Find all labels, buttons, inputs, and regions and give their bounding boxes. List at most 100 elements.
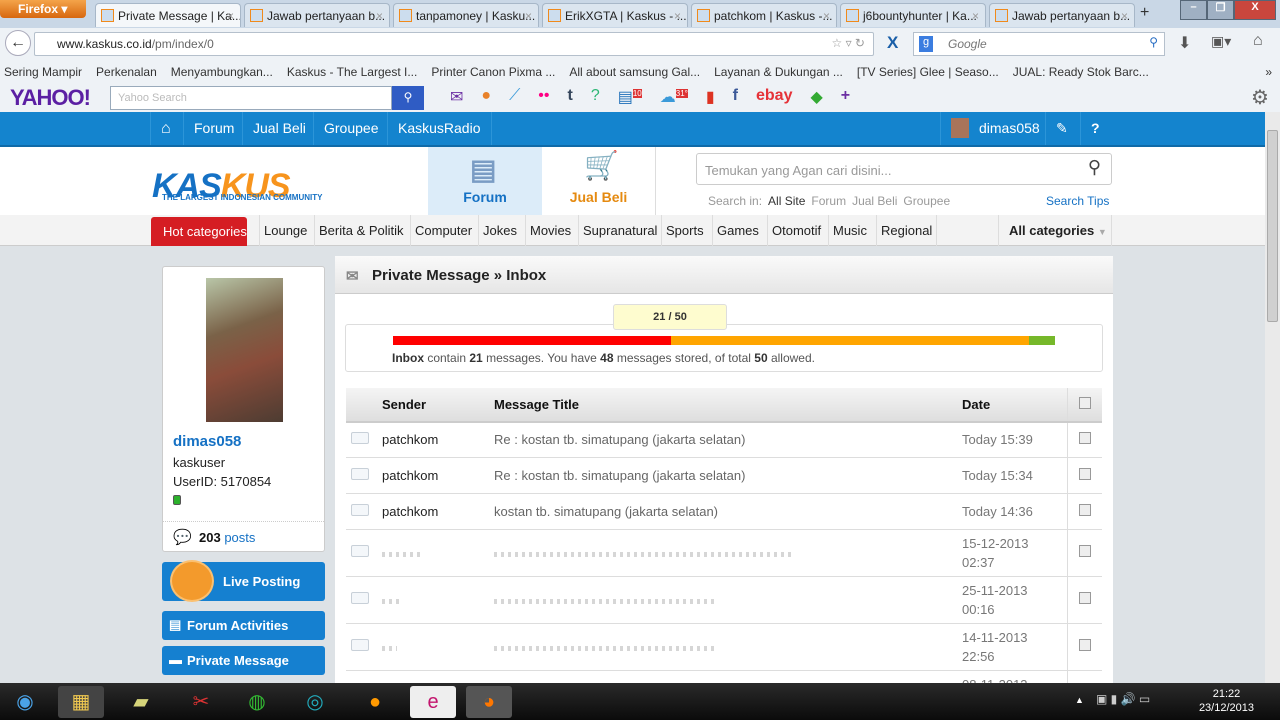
snipping-tool-taskbar-icon[interactable]: ✂ xyxy=(178,686,224,718)
bookmark-icon[interactable]: ▮ xyxy=(706,87,715,107)
hot-categories-tab[interactable]: Hot categories xyxy=(151,217,247,246)
row-title[interactable]: kostan tb. simatupang (jakarta selatan) xyxy=(494,492,962,529)
app-taskbar-icon[interactable]: ◎ xyxy=(292,686,338,718)
bookmark[interactable]: Menyambungkan... xyxy=(171,65,273,79)
search-in-forum[interactable]: Forum xyxy=(811,194,846,208)
live-posting-button[interactable]: Live Posting xyxy=(162,560,325,602)
tray-icons[interactable]: ▣ ▮ 🔊 ▭ xyxy=(1096,692,1150,706)
firefox-menu-button[interactable]: Firefox ▾ xyxy=(0,0,86,18)
category-games[interactable]: Games xyxy=(712,215,763,246)
profile-username[interactable]: dimas058 xyxy=(173,433,241,450)
jual-beli-button[interactable]: 🛒 Jual Beli xyxy=(542,147,656,215)
category-sports[interactable]: Sports xyxy=(661,215,708,246)
user-menu[interactable]: dimas058 xyxy=(940,112,1050,145)
explorer-taskbar-icon[interactable]: ▦ xyxy=(58,686,104,718)
category-supranatural[interactable]: Supranatural xyxy=(578,215,661,246)
topnav-jual-beli[interactable]: Jual Beli xyxy=(242,112,316,145)
download-icon[interactable]: ⬇ xyxy=(1178,33,1191,53)
col-sender[interactable]: Sender xyxy=(382,388,494,423)
yahoo-logo[interactable]: YAHOO! xyxy=(10,85,91,111)
clock[interactable]: 21:22 23/12/2013 xyxy=(1199,687,1254,715)
start-button[interactable]: ◉ xyxy=(2,686,48,718)
sports-icon[interactable]: ● xyxy=(481,87,491,107)
col-date[interactable]: Date xyxy=(962,388,1067,423)
add-icon[interactable]: + xyxy=(841,87,850,107)
site-search-input[interactable]: Temukan yang Agan cari disini... ⚲ xyxy=(696,153,1112,185)
minimize-button[interactable]: – xyxy=(1180,0,1207,20)
topnav-kaskusradio[interactable]: KaskusRadio xyxy=(387,112,492,145)
search-icon[interactable]: ⚲ xyxy=(1149,35,1158,49)
close-tab-icon[interactable]: × xyxy=(1121,9,1128,23)
gear-icon[interactable]: ⚙ xyxy=(1251,85,1269,110)
tab[interactable]: Jawab pertanyaan b... × xyxy=(989,3,1135,27)
row-checkbox[interactable] xyxy=(1078,592,1091,604)
row-checkbox[interactable] xyxy=(1078,545,1091,557)
answers-icon[interactable]: ? xyxy=(591,87,600,107)
bookmark[interactable]: Sering Mampir xyxy=(4,65,82,79)
forum-activities-button[interactable]: ▤ Forum Activities xyxy=(162,611,325,640)
topnav-groupee[interactable]: Groupee xyxy=(313,112,388,145)
close-tab-icon[interactable]: × xyxy=(674,9,681,23)
tag-icon[interactable]: ◆ xyxy=(810,87,822,107)
category-lounge[interactable]: Lounge xyxy=(259,215,311,246)
table-row[interactable]: 14-11-2013 22:56 xyxy=(346,622,1102,670)
search-in-jual-beli[interactable]: Jual Beli xyxy=(852,194,897,208)
col-title[interactable]: Message Title xyxy=(494,388,962,423)
close-tab-icon[interactable]: × xyxy=(376,9,383,23)
forum-button[interactable]: ▤ Forum xyxy=(428,147,542,215)
tab[interactable]: ErikXGTA | Kaskus - ... × xyxy=(542,3,688,27)
sticky-notes-taskbar-icon[interactable]: ▰ xyxy=(118,686,164,718)
table-row[interactable]: patchkom kostan tb. simatupang (jakarta s… xyxy=(346,492,1102,529)
help-icon[interactable]: ? xyxy=(1080,112,1110,145)
smartfren-taskbar-icon[interactable]: e xyxy=(410,686,456,718)
profile-photo[interactable] xyxy=(206,278,283,422)
row-checkbox[interactable] xyxy=(1078,639,1091,651)
more-bookmarks-icon[interactable]: » xyxy=(1265,65,1272,79)
table-row[interactable]: 15-12-2013 02:37 xyxy=(346,528,1102,576)
news-icon[interactable]: ▤10 xyxy=(618,87,642,107)
weather-icon[interactable]: ☁31° xyxy=(660,87,688,107)
bookmark[interactable]: Kaskus - The Largest I... xyxy=(287,65,418,79)
page-scrollbar[interactable] xyxy=(1265,112,1280,683)
bookmarks-menu-icon[interactable]: ▣▾ xyxy=(1211,33,1231,50)
bookmark[interactable]: Layanan & Dukungan ... xyxy=(714,65,843,79)
row-checkbox[interactable] xyxy=(1078,432,1091,445)
row-checkbox[interactable] xyxy=(1078,503,1091,516)
bookmark-star-icon[interactable]: ☆ ▿ ↻ xyxy=(831,36,865,50)
new-tab-button[interactable]: + xyxy=(1140,4,1149,22)
row-sender[interactable]: patchkom xyxy=(382,492,494,529)
row-checkbox[interactable] xyxy=(1078,467,1091,480)
category-movies[interactable]: Movies xyxy=(525,215,575,246)
close-tab-icon[interactable]: × xyxy=(525,9,532,23)
web-search-input[interactable]: Google g ⚲ xyxy=(913,32,1165,56)
bookmark[interactable]: Printer Canon Pixma ... xyxy=(431,65,555,79)
tab[interactable]: patchkom | Kaskus -... × xyxy=(691,3,837,27)
row-sender[interactable]: patchkom xyxy=(382,456,494,493)
x-addon-icon[interactable]: X xyxy=(887,33,898,53)
show-hidden-icons[interactable]: ▲ xyxy=(1075,695,1084,705)
tab[interactable]: Jawab pertanyaan b... × xyxy=(244,3,390,27)
url-bar[interactable]: www.kaskus.co.id/pm/index/0 ☆ ▿ ↻ xyxy=(34,32,874,56)
yahoo-search-button[interactable]: ⚲ xyxy=(392,86,424,110)
all-categories-dropdown[interactable]: All categories ▼ xyxy=(998,215,1112,246)
category-otomotif[interactable]: Otomotif xyxy=(767,215,825,246)
tab-private-message[interactable]: Private Message | Ka... × xyxy=(95,3,241,27)
bookmark[interactable]: All about samsung Gal... xyxy=(569,65,700,79)
category-regional[interactable]: Regional xyxy=(876,215,938,246)
category-computer[interactable]: Computer xyxy=(410,215,476,246)
profile-posts[interactable]: 💬 203 posts xyxy=(163,521,324,546)
scrollbar-thumb[interactable] xyxy=(1267,130,1278,322)
topnav-forum[interactable]: Forum xyxy=(183,112,244,145)
select-all-checkbox[interactable] xyxy=(1078,397,1091,409)
ebay-icon[interactable]: ebay xyxy=(756,87,792,107)
category-berita-politik[interactable]: Berita & Politik xyxy=(314,215,408,246)
table-row[interactable]: patchkom Re : kostan tb. simatupang (jaka… xyxy=(346,456,1102,493)
chrome-taskbar-icon[interactable]: ◍ xyxy=(234,686,280,718)
tumblr-icon[interactable]: t xyxy=(567,87,572,107)
close-window-button[interactable]: X xyxy=(1234,0,1276,20)
private-message-button[interactable]: ▬ Private Message xyxy=(162,646,325,675)
close-tab-icon[interactable]: × xyxy=(823,9,830,23)
category-jokes[interactable]: Jokes xyxy=(478,215,521,246)
table-row[interactable]: patchkom Re : kostan tb. simatupang (jaka… xyxy=(346,421,1102,457)
home-icon[interactable]: ⌂ xyxy=(150,112,181,145)
